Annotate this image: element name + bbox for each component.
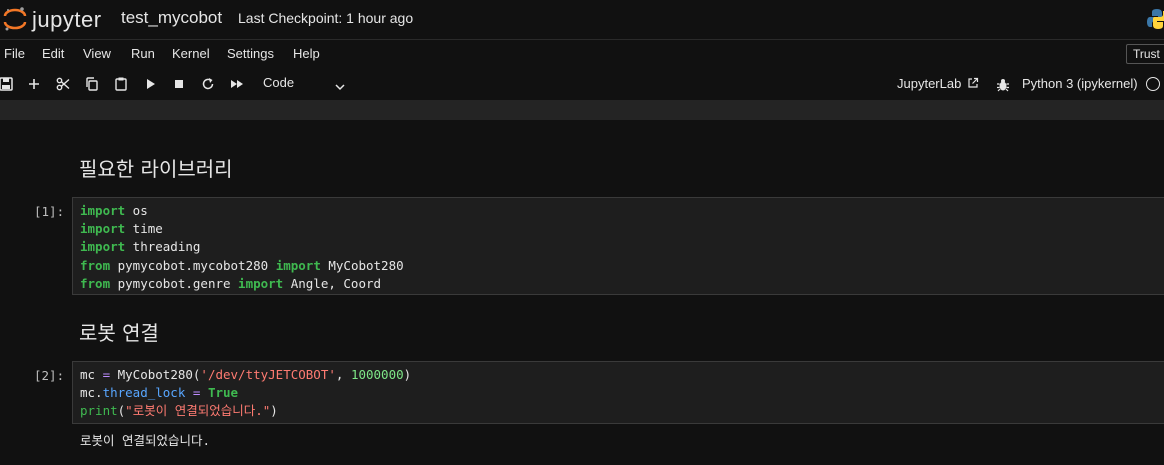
code-token: import bbox=[275, 257, 321, 273]
code-token: "로봇이 연결되었습니다." bbox=[125, 403, 271, 419]
restart-icon[interactable] bbox=[200, 76, 216, 92]
add-cell-icon[interactable] bbox=[26, 76, 42, 92]
toolbar-separator bbox=[0, 100, 1164, 120]
notebook-title[interactable]: test_mycobot bbox=[121, 8, 222, 28]
cell-output: 로봇이 연결되었습니다. bbox=[80, 433, 211, 448]
code-cell-editor[interactable]: import os import time import threading from… bbox=[72, 197, 1164, 295]
cell-prompt: [1]: bbox=[34, 204, 65, 219]
notebook-panel: 필요한 라이브러리 [1]: import os import time impor… bbox=[0, 120, 1164, 465]
run-icon[interactable] bbox=[143, 76, 159, 92]
code-token: '/dev/ttyJETCOBOT' bbox=[200, 367, 336, 382]
code-token: print bbox=[80, 403, 118, 419]
code-token: = bbox=[102, 367, 111, 382]
chevron-down-icon[interactable] bbox=[334, 78, 346, 91]
code-token: import bbox=[80, 203, 126, 218]
markdown-heading[interactable]: 필요한 라이브러리 bbox=[79, 153, 233, 182]
external-link-icon bbox=[968, 77, 979, 88]
code-token: MyCobot280( bbox=[110, 367, 201, 382]
last-checkpoint: Last Checkpoint: 1 hour ago bbox=[238, 10, 414, 26]
menu-settings[interactable]: Settings bbox=[227, 46, 274, 61]
code-token: import bbox=[80, 221, 126, 237]
python-logo-icon bbox=[1146, 8, 1164, 30]
code-line: from pymycobot.genre import Angle, Coord bbox=[80, 275, 1164, 293]
menu-help[interactable]: Help bbox=[293, 46, 320, 61]
cut-icon[interactable] bbox=[55, 76, 71, 92]
menu-run[interactable]: Run bbox=[131, 46, 155, 61]
code-line: mc.thread_lock = True bbox=[80, 384, 1164, 402]
code-token: mc bbox=[80, 367, 103, 382]
paste-icon[interactable] bbox=[113, 76, 129, 92]
cell-prompt: [2]: bbox=[34, 368, 65, 383]
debugger-bug-icon[interactable] bbox=[996, 77, 1010, 92]
jupyter-logo-text: jupyter bbox=[32, 7, 102, 32]
stop-icon[interactable] bbox=[171, 76, 187, 92]
menu-file[interactable]: File bbox=[4, 46, 25, 61]
code-line: import os bbox=[80, 202, 1164, 220]
trust-button[interactable]: Trust bbox=[1126, 44, 1164, 64]
code-token: threading bbox=[125, 239, 201, 255]
code-token: mc. bbox=[80, 385, 103, 401]
code-token: ) bbox=[403, 367, 412, 382]
code-token: thread_lock bbox=[102, 385, 186, 401]
code-line: mc = MyCobot280('/dev/ttyJETCOBOT', 1000… bbox=[80, 366, 1164, 384]
code-token: pymycobot.mycobot280 bbox=[110, 257, 276, 273]
markdown-heading[interactable]: 로봇 연결 bbox=[79, 317, 159, 346]
notebook-header: jupyter test_mycobot Last Checkpoint: 1 … bbox=[0, 0, 1164, 38]
code-token: import bbox=[238, 275, 284, 291]
fast-forward-icon[interactable] bbox=[229, 76, 245, 92]
code-line: import threading bbox=[80, 238, 1164, 256]
kernel-name[interactable]: Python 3 (ipykernel) bbox=[1022, 76, 1138, 91]
code-cell-editor[interactable]: mc = MyCobot280('/dev/ttyJETCOBOT', 1000… bbox=[72, 361, 1164, 424]
jupyter-orbit-icon bbox=[3, 7, 27, 31]
jupyterlab-label: JupyterLab bbox=[897, 76, 962, 91]
code-token: MyCobot280 bbox=[320, 257, 404, 273]
code-token: pymycobot.genre bbox=[110, 275, 239, 291]
code-line: from pymycobot.mycobot280 import MyCobot… bbox=[80, 257, 1164, 275]
menu-bar: File Edit View Run Kernel Settings Help … bbox=[0, 39, 1164, 69]
code-token: time bbox=[125, 221, 163, 237]
code-token: ) bbox=[270, 403, 278, 419]
jupyter-logo[interactable]: jupyter bbox=[2, 5, 112, 33]
menu-edit[interactable]: Edit bbox=[42, 46, 64, 61]
code-token: Angle, Coord bbox=[283, 275, 382, 291]
code-line: print("로봇이 연결되었습니다.") bbox=[80, 402, 1164, 420]
code-token: 1000000 bbox=[350, 367, 404, 382]
code-line: import time bbox=[80, 220, 1164, 238]
copy-icon[interactable] bbox=[84, 76, 100, 92]
save-icon[interactable] bbox=[0, 76, 14, 92]
code-token: True bbox=[207, 385, 239, 401]
kernel-status-idle-icon bbox=[1146, 77, 1160, 91]
notebook-toolbar: Code JupyterLab Python 3 (ipykernel) bbox=[0, 68, 1164, 100]
code-token: , bbox=[335, 367, 351, 382]
menu-view[interactable]: View bbox=[83, 46, 111, 61]
menu-kernel[interactable]: Kernel bbox=[172, 46, 210, 61]
cell-type-select[interactable]: Code bbox=[263, 75, 294, 90]
code-token: os bbox=[125, 203, 148, 218]
code-token: import bbox=[80, 239, 126, 255]
code-token: from bbox=[80, 275, 111, 291]
open-jupyterlab-link[interactable]: JupyterLab bbox=[897, 76, 979, 91]
code-token: from bbox=[80, 257, 111, 273]
